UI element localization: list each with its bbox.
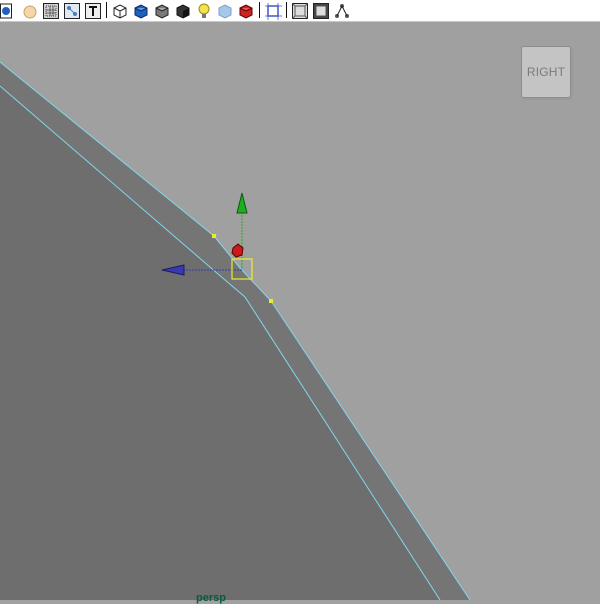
toolbar-separator bbox=[285, 1, 288, 20]
select-camera-icon[interactable] bbox=[0, 2, 18, 20]
viewport-toolbar bbox=[0, 0, 600, 22]
viewcube-face-label[interactable]: RIGHT bbox=[521, 46, 571, 98]
smooth-shade-all-icon[interactable] bbox=[132, 2, 150, 20]
xray-icon[interactable] bbox=[216, 2, 234, 20]
resolution-gate-icon[interactable] bbox=[291, 2, 309, 20]
2d-pan-zoom-icon[interactable] bbox=[63, 2, 81, 20]
3d-viewport[interactable] bbox=[0, 22, 600, 600]
use-all-lights-icon[interactable] bbox=[195, 2, 213, 20]
shadows-icon[interactable] bbox=[174, 2, 192, 20]
scene-canvas[interactable] bbox=[0, 22, 600, 600]
grease-pencil-icon[interactable] bbox=[84, 2, 102, 20]
image-plane-icon[interactable] bbox=[42, 2, 60, 20]
isolate-select-icon[interactable] bbox=[264, 2, 282, 20]
manipulator-y-arrow-icon[interactable] bbox=[236, 192, 248, 214]
vertex-handle[interactable] bbox=[269, 299, 273, 303]
toolbar-separator bbox=[105, 1, 108, 20]
use-default-material-icon[interactable] bbox=[153, 2, 171, 20]
wireframe-icon[interactable] bbox=[111, 2, 129, 20]
toolbar-separator bbox=[258, 1, 261, 20]
gate-mask-icon[interactable] bbox=[312, 2, 330, 20]
viewcube[interactable]: RIGHT bbox=[520, 44, 572, 98]
lock-camera-icon[interactable] bbox=[21, 2, 39, 20]
vertex-handle[interactable] bbox=[212, 234, 216, 238]
camera-name-label: persp bbox=[196, 592, 226, 604]
camera-attribute-icon[interactable] bbox=[333, 2, 351, 20]
manipulator-x-handle-icon[interactable] bbox=[231, 243, 244, 258]
xray-joints-icon[interactable] bbox=[237, 2, 255, 20]
